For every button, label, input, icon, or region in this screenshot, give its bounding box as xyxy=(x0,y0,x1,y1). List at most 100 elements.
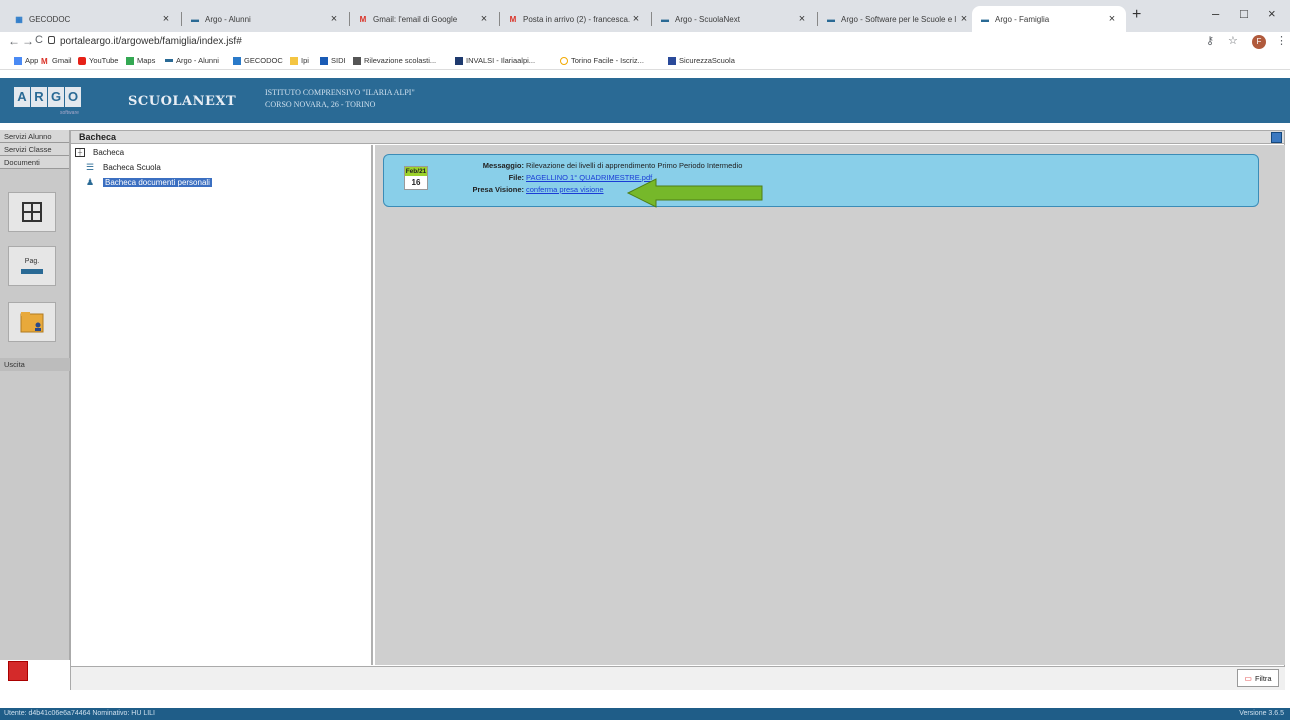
close-window-icon[interactable]: × xyxy=(1268,6,1276,21)
arrow-left-icon xyxy=(626,178,763,208)
apps-icon xyxy=(14,56,22,65)
version-label: Versione 3.6.5 xyxy=(1239,710,1284,717)
reload-icon[interactable]: C xyxy=(35,34,43,46)
url-field[interactable]: portaleargo.it/argoweb/famiglia/index.js… xyxy=(60,36,242,47)
bookmark-gecodoc[interactable]: GECODOC xyxy=(233,56,283,65)
close-tab-icon[interactable]: × xyxy=(630,13,642,25)
menu-servizi-alunno[interactable]: Servizi Alunno xyxy=(0,130,69,143)
panel-toolbar: ▭ Filtra xyxy=(71,666,1285,690)
logo-subtitle: software xyxy=(60,110,79,116)
status-bar: Utente: d4b41c06e6a74464 Nominativo: HU … xyxy=(0,708,1290,720)
bookmark-sicurezza[interactable]: SicurezzaScuola xyxy=(668,56,735,65)
gmail-icon: M xyxy=(359,14,367,24)
menu-documenti[interactable]: Documenti xyxy=(0,156,69,169)
app-header: A R G O software SCUOLANEXT ISTITUTO COM… xyxy=(0,78,1290,123)
close-panel-button[interactable] xyxy=(1271,132,1282,143)
bookmark-app[interactable]: App xyxy=(14,56,38,65)
school-board-icon: ☰ xyxy=(85,162,95,172)
gmail-icon: M xyxy=(509,14,517,24)
report-icon xyxy=(21,269,43,274)
date-badge: Feb/21 16 xyxy=(404,166,428,190)
rilevazione-icon xyxy=(353,56,361,65)
tab-gecodoc[interactable]: ▦ GECODOC × xyxy=(6,6,180,32)
pagella-tool-button[interactable]: Pag. xyxy=(8,246,56,286)
panel-title: Bacheca xyxy=(71,131,1284,144)
sidi-icon xyxy=(320,56,328,65)
tab-argo-famiglia[interactable]: ▬ Argo - Famiglia × xyxy=(972,6,1126,32)
close-tab-icon[interactable]: × xyxy=(478,13,490,25)
maximize-icon[interactable]: □ xyxy=(1240,6,1248,21)
bookmarks-bar: App M Gmail YouTube Maps Argo - Alunni GE… xyxy=(0,52,1290,70)
key-icon[interactable]: ⚷ xyxy=(1206,34,1214,47)
browser-tab-bar: ▦ GECODOC × ▬ Argo - Alunni × M Gmail: l… xyxy=(0,0,1290,32)
tab-argo-alunni[interactable]: ▬ Argo - Alunni × xyxy=(182,6,348,32)
bacheca-tool-button[interactable] xyxy=(8,192,56,232)
minimize-icon[interactable]: – xyxy=(1212,6,1219,21)
grid-icon xyxy=(22,202,42,222)
argo-logo: A R G O xyxy=(14,87,81,107)
argo-icon: ▬ xyxy=(661,14,669,24)
avatar[interactable]: F xyxy=(1252,35,1266,49)
bookmark-youtube[interactable]: YouTube xyxy=(78,56,118,65)
menu-servizi-classe[interactable]: Servizi Classe xyxy=(0,143,69,156)
torino-icon xyxy=(560,56,568,65)
tree-item-bacheca-scuola[interactable]: ☰ Bacheca Scuola xyxy=(85,162,161,173)
gecodoc-icon xyxy=(233,56,241,65)
brand-title: SCUOLANEXT xyxy=(128,94,237,109)
close-tab-icon[interactable]: × xyxy=(796,13,808,25)
close-tab-icon[interactable]: × xyxy=(1106,13,1118,25)
bacheca-tree: ┼ Bacheca ☰ Bacheca Scuola ♟ Bacheca doc… xyxy=(71,145,373,665)
bookmark-sidi[interactable]: SIDI xyxy=(320,56,346,65)
school-name: ISTITUTO COMPRENSIVO "ILARIA ALPI" xyxy=(265,88,415,97)
message-card: Feb/21 16 Messaggio: Rilevazione dei liv… xyxy=(383,154,1259,208)
sicurezza-icon xyxy=(668,56,676,65)
tab-scuolanext[interactable]: ▬ Argo - ScuolaNext × xyxy=(652,6,816,32)
bookmark-rilevazione[interactable]: Rilevazione scolasti... xyxy=(353,56,436,65)
gecodoc-icon: ▦ xyxy=(15,14,23,24)
tab-posta[interactable]: M Posta in arrivo (2) - francesca.do × xyxy=(500,6,650,32)
tab-gmail[interactable]: M Gmail: l'email di Google × xyxy=(350,6,498,32)
filtra-button[interactable]: ▭ Filtra xyxy=(1237,669,1279,687)
gmail-icon: M xyxy=(41,56,48,66)
youtube-icon xyxy=(78,56,86,65)
folder-icon xyxy=(290,56,298,65)
personal-board-icon: ♟ xyxy=(85,177,95,187)
school-address: CORSO NOVARA, 26 - TORINO xyxy=(265,100,376,109)
close-tab-icon[interactable]: × xyxy=(160,13,172,25)
bookmark-gmail[interactable]: M Gmail xyxy=(41,56,72,66)
new-tab-button[interactable]: + xyxy=(1132,6,1141,24)
forward-icon[interactable]: → xyxy=(22,34,34,48)
argo-icon: ▬ xyxy=(981,14,989,24)
tab-argo-software[interactable]: ▬ Argo - Software per le Scuole e l × xyxy=(818,6,978,32)
exit-button[interactable] xyxy=(8,661,28,681)
back-icon[interactable]: ← xyxy=(8,34,20,48)
argo-icon: ▬ xyxy=(191,14,199,24)
close-tab-icon[interactable]: × xyxy=(328,13,340,25)
lock-icon xyxy=(48,36,55,44)
message-list: Feb/21 16 Messaggio: Rilevazione dei liv… xyxy=(375,145,1285,665)
close-tab-icon[interactable]: × xyxy=(958,13,970,25)
user-info: Utente: d4b41c06e6a74464 Nominativo: HU … xyxy=(4,710,155,717)
star-icon[interactable]: ☆ xyxy=(1228,34,1238,47)
tree-root-bacheca[interactable]: ┼ Bacheca xyxy=(75,148,124,157)
bookmark-maps[interactable]: Maps xyxy=(126,56,155,65)
left-menu: Servizi Alunno Servizi Classe Documenti … xyxy=(0,130,70,681)
bookmark-torino[interactable]: Torino Facile - Iscriz... xyxy=(560,56,644,65)
argo-icon xyxy=(165,59,173,62)
documenti-tool-button[interactable] xyxy=(8,302,56,342)
bacheca-panel: Bacheca ┼ Bacheca ☰ Bacheca Scuola ♟ Bac… xyxy=(70,130,1285,690)
bookmark-ipi[interactable]: Ipi xyxy=(290,56,309,65)
address-bar: ← → C portaleargo.it/argoweb/famiglia/in… xyxy=(0,32,1290,52)
maps-icon xyxy=(126,56,134,65)
messaggio-text: Rilevazione dei livelli di apprendimento… xyxy=(526,161,743,170)
bookmark-argo-alunni[interactable]: Argo - Alunni xyxy=(165,56,219,65)
menu-uscita[interactable]: Uscita xyxy=(0,358,70,371)
folder-user-icon xyxy=(20,312,44,333)
bookmark-invalsi[interactable]: INVALSI - Ilariaalpi... xyxy=(455,56,535,65)
conferma-presa-visione-link[interactable]: conferma presa visione xyxy=(526,185,604,194)
file-label: File: xyxy=(508,173,524,182)
tree-item-bacheca-documenti-personali[interactable]: ♟ Bacheca documenti personali xyxy=(85,178,212,187)
menu-dots-icon[interactable]: ⋮ xyxy=(1276,34,1287,47)
grid-icon: ┼ xyxy=(75,148,85,157)
calendar-icon: ▭ xyxy=(1244,673,1252,683)
